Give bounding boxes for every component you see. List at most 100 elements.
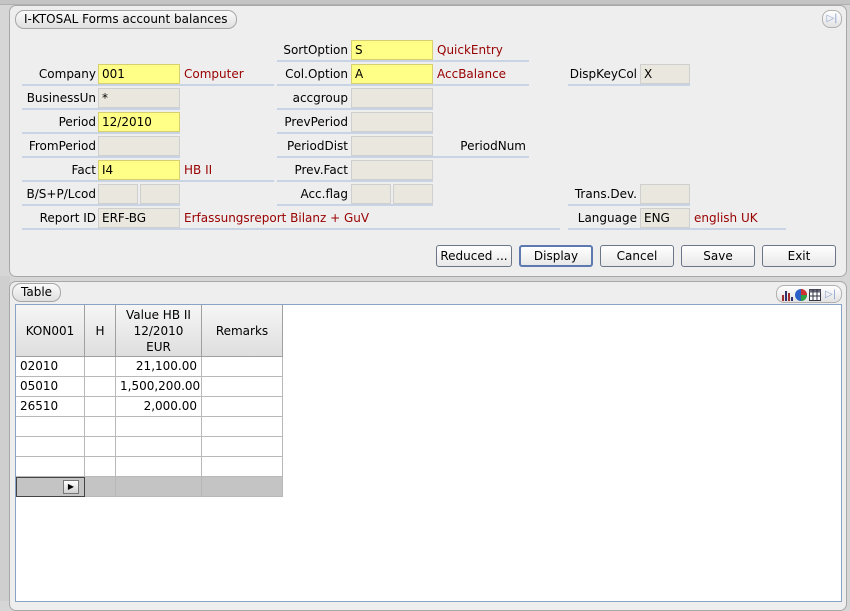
disp-key-col-field[interactable]: X [640,64,690,84]
table-row-cell-value[interactable]: 2,000.00 [116,397,202,417]
table-row-cell-account[interactable] [16,417,85,437]
table-row-cell-account[interactable]: 02010 [16,357,85,377]
table-row-cell-value[interactable] [116,417,202,437]
accgroup-field[interactable] [351,88,433,108]
period-field[interactable]: 12/2010 [98,112,180,132]
table-row-cell-h[interactable] [85,377,116,397]
expand-row-button[interactable]: ▶ [63,480,79,494]
from-period-underline [22,156,180,158]
bar-chart-icon[interactable] [781,289,793,301]
period-underline [22,132,180,134]
table-row-cell-remarks[interactable] [202,457,283,477]
language-description: english UK [694,211,758,225]
table-row-cell-h[interactable] [85,437,116,457]
display-button[interactable]: Display [519,245,593,267]
table-panel: Table ▷| KON001 H Value HB II 12/2010 EU… [9,281,847,611]
column-header-value[interactable]: Value HB II 12/2010 EUR [116,305,202,357]
column-header-value-line3: EUR [146,339,171,354]
table-row-cell-account[interactable] [16,457,85,477]
period-dist-underline [277,156,529,158]
bs-pl-code-label: B/S+P/Lcod [26,187,96,201]
table-row-cell-h[interactable] [85,397,116,417]
form-panel-title: I-KTOSAL Forms account balances [15,10,237,29]
prev-period-label: PrevPeriod [284,115,348,129]
table-panel-title: Table [12,283,62,302]
acc-flag-field-2[interactable] [393,184,433,204]
acc-flag-label: Acc.flag [300,187,348,201]
column-header-h[interactable]: H [85,305,116,357]
table-row-cell-value[interactable] [116,457,202,477]
table-row-cell-value[interactable]: 1,500,200.00 [116,377,202,397]
exit-button[interactable]: Exit [762,245,836,267]
grid-table-icon[interactable] [809,289,821,301]
table-row-cell-value[interactable] [116,437,202,457]
collapse-form-panel-button[interactable]: ▷| [822,10,842,28]
pie-chart-icon[interactable] [795,289,807,301]
table-row-cell-value[interactable]: 21,100.00 [116,357,202,377]
fact-label: Fact [71,163,96,177]
fact-underline [22,180,274,182]
period-dist-field[interactable] [351,136,433,156]
column-header-value-line2: 12/2010 [133,323,184,338]
table-row-cell-h[interactable] [85,357,116,377]
period-label: Period [58,115,96,129]
accgroup-underline [277,108,433,110]
table-row-cell-remarks[interactable] [202,357,283,377]
table-row-cell-remarks[interactable] [202,417,283,437]
acc-flag-underline [277,204,433,206]
company-label: Company [38,67,96,81]
column-header-remarks-label: Remarks [215,323,269,338]
play-arrow-icon: ▶ [67,482,75,491]
table-footer-cell-value [116,477,202,497]
fact-description: HB II [184,163,213,177]
column-header-account[interactable]: KON001 [16,305,85,357]
col-option-field[interactable]: A [351,64,433,84]
from-period-label: FromPeriod [28,139,96,153]
table-row-cell-remarks[interactable] [202,397,283,417]
trans-dev-label: Trans.Dev. [574,187,637,201]
sort-option-description: QuickEntry [437,43,503,57]
company-field[interactable]: 001 [98,64,180,84]
business-unit-label: BusinessUn [26,91,96,105]
language-field[interactable]: ENG [640,208,690,228]
table-row-cell-remarks[interactable] [202,377,283,397]
period-num-label: PeriodNum [460,139,526,153]
col-option-label: Col.Option [285,67,348,81]
language-label: Language [577,211,637,225]
sort-option-field[interactable]: S [351,40,433,60]
from-period-field[interactable] [98,136,180,156]
cancel-button[interactable]: Cancel [600,245,674,267]
prev-period-underline [277,132,433,134]
reduced-button[interactable]: Reduced ... [436,245,512,267]
fact-field[interactable]: I4 [98,160,180,180]
bs-pl-code-field-2[interactable] [140,184,180,204]
disp-key-col-underline [568,84,690,86]
column-header-remarks[interactable]: Remarks [202,305,283,357]
table-grid-area[interactable]: KON001 H Value HB II 12/2010 EUR Remarks… [15,304,842,602]
table-row-cell-h[interactable] [85,417,116,437]
sort-option-label: SortOption [283,43,348,57]
trans-dev-field[interactable] [640,184,690,204]
bs-pl-code-field-1[interactable] [98,184,138,204]
report-id-underline [22,228,560,230]
table-row-cell-h[interactable] [85,457,116,477]
table-row-cell-account[interactable]: 05010 [16,377,85,397]
sort-option-underline [277,60,529,62]
table-footer-cell-account[interactable]: ▶ [16,477,85,497]
collapse-icon: ▷| [826,13,838,24]
business-unit-field[interactable]: * [98,88,180,108]
acc-flag-field-1[interactable] [351,184,391,204]
table-row-cell-account[interactable] [16,437,85,457]
table-row-cell-remarks[interactable] [202,437,283,457]
collapse-table-icon[interactable]: ▷| [825,289,837,301]
col-option-description: AccBalance [437,67,507,81]
trans-dev-underline [568,204,690,206]
save-button[interactable]: Save [681,245,755,267]
report-id-field[interactable]: ERF-BG [98,208,180,228]
data-table: KON001 H Value HB II 12/2010 EUR Remarks… [16,305,283,497]
table-row-cell-account[interactable]: 26510 [16,397,85,417]
prev-fact-underline [277,180,433,182]
prev-period-field[interactable] [351,112,433,132]
prev-fact-field[interactable] [351,160,433,180]
column-header-account-label: KON001 [25,323,75,338]
